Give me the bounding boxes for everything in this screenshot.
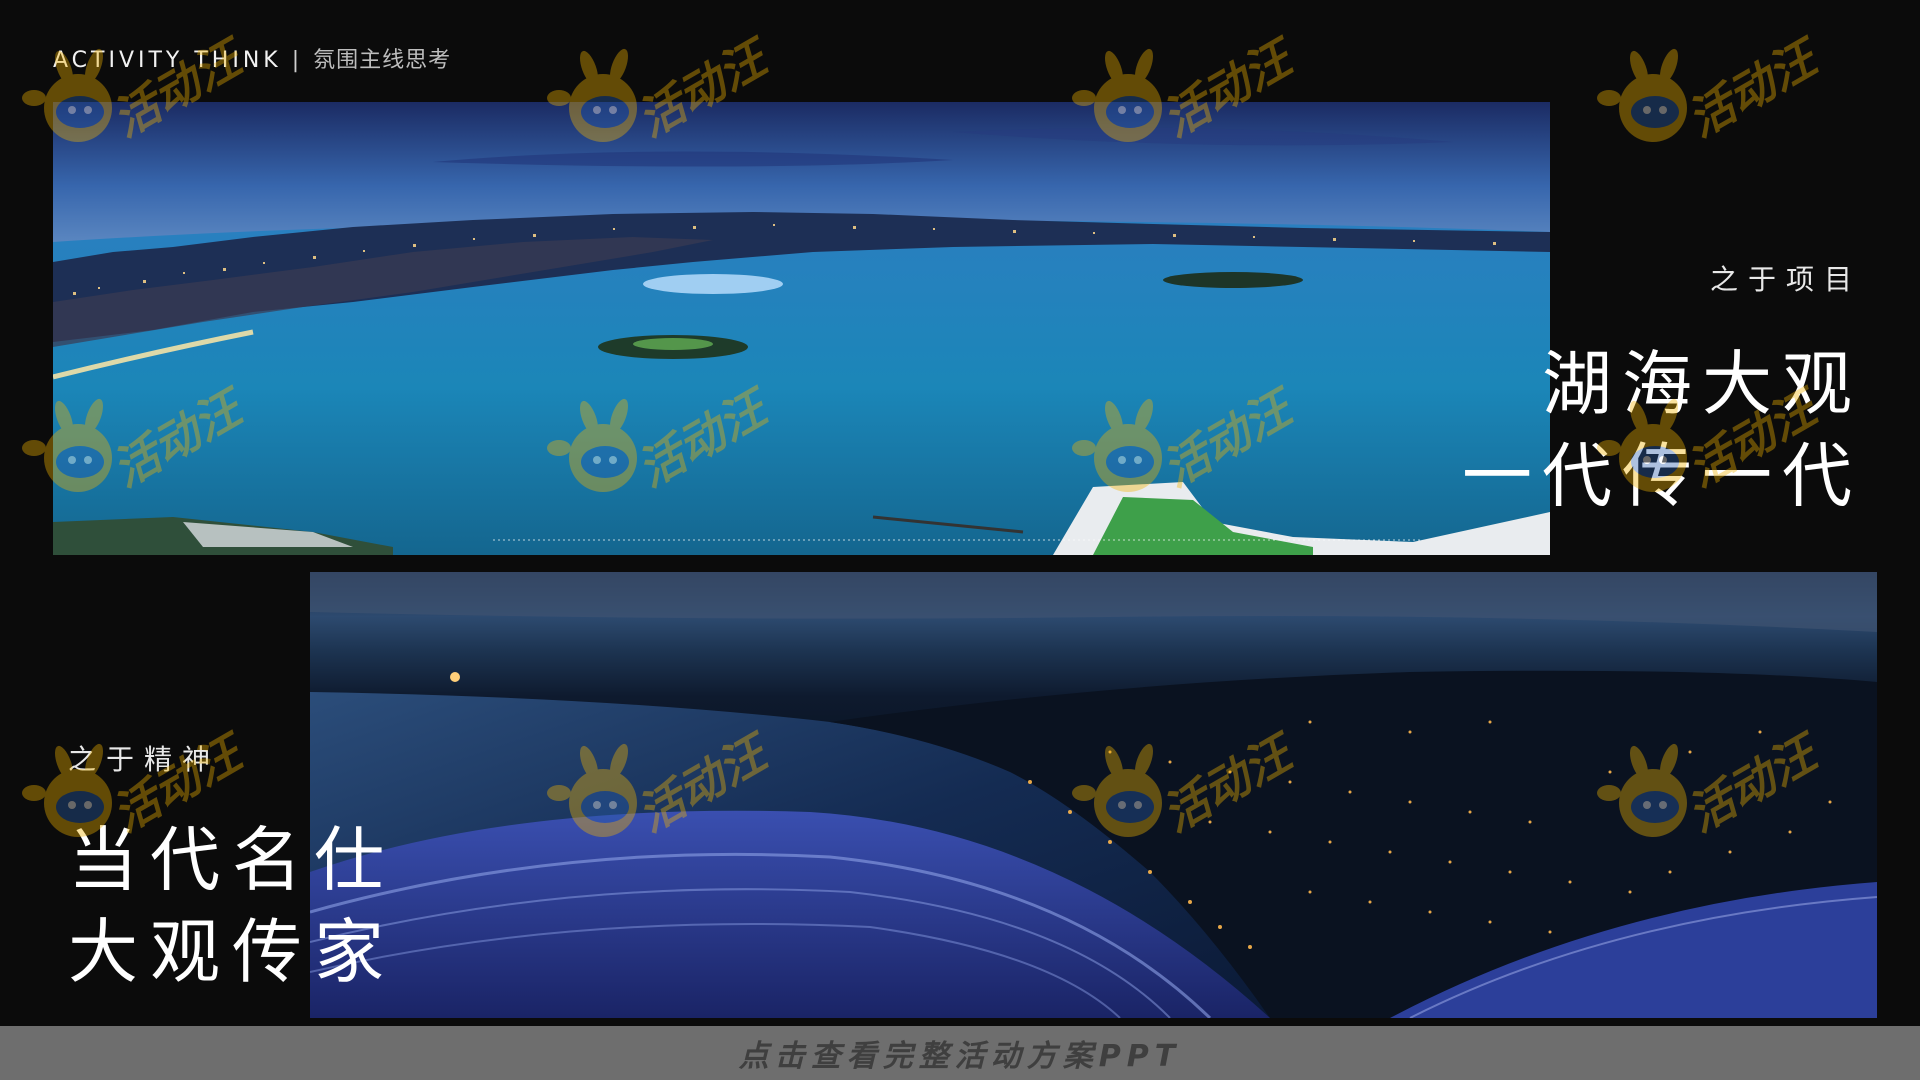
spirit-kicker: 之于精神 xyxy=(68,743,221,776)
view-full-plan-link[interactable]: 点击查看完整活动方案PPT xyxy=(739,1031,1181,1075)
svg-text:活动汪: 活动汪 xyxy=(1678,30,1825,147)
lake-panorama-photo xyxy=(53,102,1550,555)
spirit-headline-line2: 大观传家 xyxy=(68,911,396,993)
header-separator: | xyxy=(291,48,304,73)
project-headline-line2: 一代传一代 xyxy=(1462,435,1862,517)
spirit-caption: 之于精神 当代名仕 大观传家 xyxy=(68,738,396,998)
slide: ACTIVITY THINK | 氛围主线思考 之于项目 湖海大观 一代传一代 … xyxy=(0,0,1920,1080)
mascot-logo-watermark: 活动汪 xyxy=(1595,28,1831,160)
project-headline-line1: 湖海大观 xyxy=(1542,343,1862,425)
header-title-cn: 氛围主线思考 xyxy=(313,48,452,73)
footer-banner[interactable]: 点击查看完整活动方案PPT xyxy=(0,1026,1920,1080)
header-title-en: ACTIVITY THINK xyxy=(53,48,282,73)
project-kicker: 之于项目 xyxy=(1709,263,1862,296)
coastline-night-photo xyxy=(310,572,1877,1018)
spirit-headline-line1: 当代名仕 xyxy=(68,819,396,901)
project-caption: 之于项目 湖海大观 一代传一代 xyxy=(1462,258,1862,522)
slide-header: ACTIVITY THINK | 氛围主线思考 xyxy=(53,42,451,74)
